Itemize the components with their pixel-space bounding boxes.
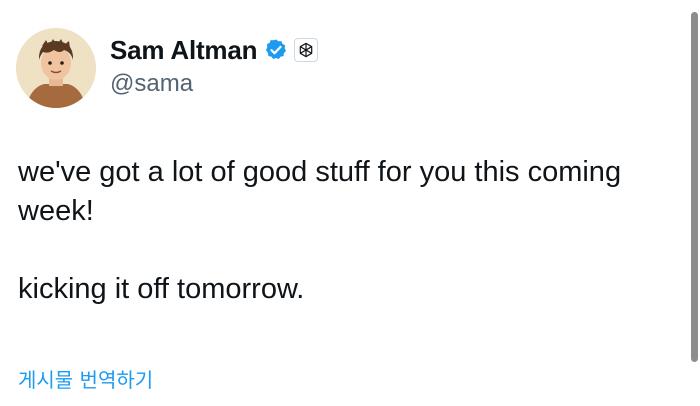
tweet-text-line: kicking it off tomorrow. <box>18 273 305 305</box>
avatar[interactable] <box>16 28 96 108</box>
author-handle[interactable]: @sama <box>110 70 318 98</box>
openai-logo-icon[interactable] <box>294 38 319 62</box>
translate-post-link[interactable]: 게시물 번역하기 <box>18 364 153 393</box>
tweet-text: we've got a lot of good stuff for you th… <box>18 153 678 309</box>
author-name-row: Sam Altman <box>110 34 319 66</box>
verified-badge-icon[interactable] <box>264 38 288 62</box>
avatar-illustration-icon <box>16 28 96 108</box>
tweet-text-line: we've got a lot of good stuff for you th… <box>18 156 622 227</box>
display-name[interactable]: Sam Altman <box>110 35 258 66</box>
author-block: Sam Altman @sama <box>110 34 319 98</box>
scrollbar[interactable] <box>691 12 698 362</box>
tweet: Sam Altman @sama we've got a lot of good… <box>0 0 686 406</box>
